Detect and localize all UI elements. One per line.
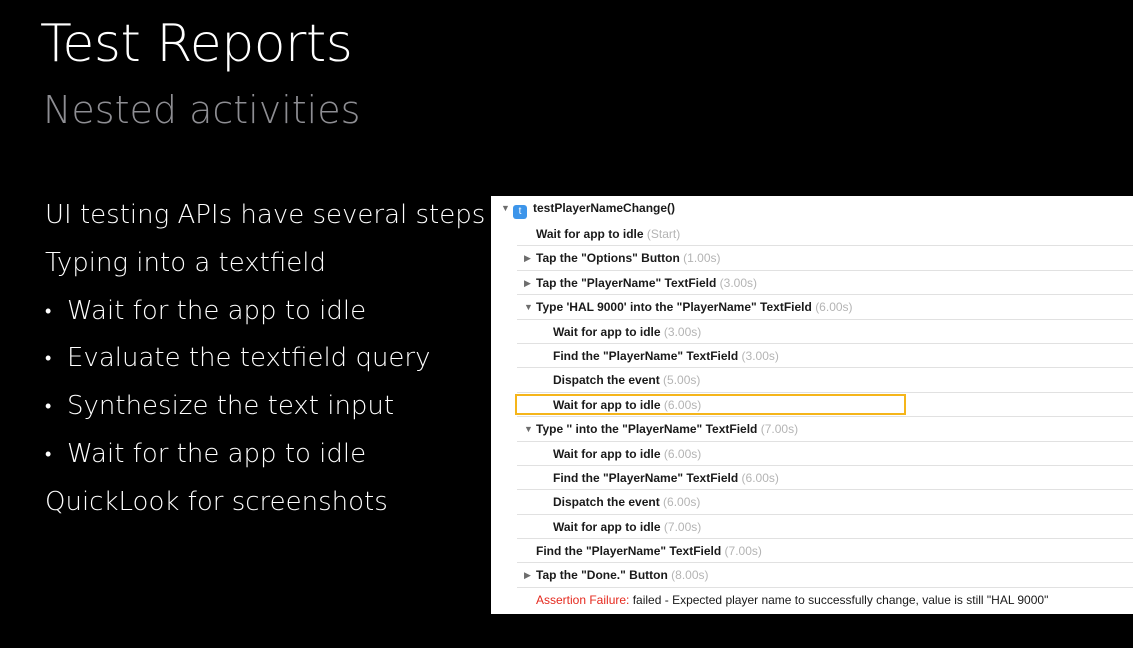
bullet-item: • Synthesize the text input	[45, 383, 475, 431]
bullet-text: Wait for the app to idle	[67, 295, 367, 326]
disclosure-expanded-icon[interactable]: ▼	[524, 295, 536, 319]
activity-row[interactable]: Dispatch the event (6.00s)	[491, 490, 1133, 516]
bullet-item: QuickLook for screenshots	[45, 479, 475, 527]
activity-label: Wait for app to idle	[553, 519, 661, 534]
test-case-icon: t	[513, 205, 527, 219]
test-name: testPlayerNameChange()	[533, 201, 676, 215]
disclosure-collapsed-icon[interactable]: ▶	[524, 563, 536, 587]
slide-subtitle: Nested activities	[43, 88, 361, 132]
test-report-root-row[interactable]: ▼ t testPlayerNameChange()	[491, 196, 1133, 222]
activity-row[interactable]: ▶ Tap the "Options" Button (1.00s)	[491, 246, 1133, 272]
activity-label: Find the "PlayerName" TextField	[553, 470, 739, 485]
activity-row[interactable]: Wait for app to idle (7.00s)	[491, 515, 1133, 540]
activity-label: Dispatch the event	[553, 373, 660, 388]
failure-label: Assertion Failure:	[536, 592, 630, 607]
bullet-item: • Evaluate the textfield query	[45, 335, 475, 383]
activity-duration: (5.00s)	[663, 373, 701, 388]
activity-row[interactable]: ▶ Tap the "Done." Button (8.00s)	[491, 563, 1133, 589]
bullet-dot-icon: •	[45, 396, 52, 418]
activity-row[interactable]: Wait for app to idle (Start)	[491, 222, 1133, 247]
bullet-text: QuickLook for screenshots	[45, 486, 388, 517]
activity-label: Tap the "Options" Button	[536, 251, 680, 266]
activity-duration: (7.00s)	[724, 544, 762, 559]
activity-duration: (6.00s)	[663, 397, 702, 412]
activity-row[interactable]: ▶ Tap the "PlayerName" TextField (3.00s)	[491, 271, 1133, 296]
disclosure-expanded-icon[interactable]: ▼	[524, 417, 536, 441]
activity-duration: (6.00s)	[741, 470, 779, 485]
activity-duration: (7.00s)	[760, 422, 799, 437]
slide-title: Test Reports	[40, 14, 353, 74]
failure-message: failed - Expected player name to success…	[632, 592, 1049, 607]
activity-duration: (Start)	[646, 227, 681, 241]
activity-duration: (3.00s)	[741, 348, 779, 363]
bullet-list: UI testing APIs have several steps Typing…	[45, 192, 485, 527]
activity-duration: (1.00s)	[683, 251, 721, 266]
activity-label: Find the "PlayerName" TextField	[536, 544, 722, 559]
bullet-item: • Wait for the app to idle	[45, 431, 475, 479]
activity-label: Type '' into the "PlayerName" TextField	[536, 422, 758, 437]
bullet-text: Evaluate the textfield query	[67, 343, 431, 374]
activity-label: Wait for app to idle	[553, 397, 661, 412]
activity-row[interactable]: Wait for app to idle (6.00s)	[491, 393, 1133, 418]
activity-row[interactable]: ▼ Type '' into the "PlayerName" TextField…	[491, 417, 1133, 442]
activity-duration: (3.00s)	[663, 324, 702, 339]
activity-label: Tap the "PlayerName" TextField	[536, 275, 717, 290]
activity-label: Find the "PlayerName" TextField	[553, 348, 739, 363]
assertion-failure-row[interactable]: Assertion Failure: failed - Expected pla…	[491, 588, 1133, 612]
activity-label: Wait for app to idle	[536, 227, 644, 241]
activity-row[interactable]: Find the "PlayerName" TextField (7.00s)	[491, 539, 1133, 564]
activity-row[interactable]: Dispatch the event (5.00s)	[491, 368, 1133, 394]
activity-duration: (6.00s)	[663, 495, 701, 510]
activity-label: Wait for app to idle	[553, 446, 661, 461]
activity-label: Tap the "Done." Button	[536, 568, 668, 583]
activity-row[interactable]: Find the "PlayerName" TextField (3.00s)	[491, 344, 1133, 369]
activity-duration: (8.00s)	[671, 568, 709, 583]
disclosure-collapsed-icon[interactable]: ▶	[524, 271, 536, 295]
bullet-dot-icon: •	[45, 300, 52, 322]
activity-label: Wait for app to idle	[553, 324, 661, 339]
activity-duration: (6.00s)	[663, 446, 702, 461]
bullet-dot-icon: •	[45, 348, 52, 370]
bullet-text: Typing into a textfield	[45, 247, 326, 278]
bullet-text: Synthesize the text input	[67, 391, 395, 422]
activity-duration: (3.00s)	[719, 275, 758, 290]
bullet-text: Wait for the app to idle	[67, 438, 367, 469]
disclosure-collapsed-icon[interactable]: ▶	[524, 246, 536, 270]
bullet-item: Typing into a textfield	[45, 240, 475, 288]
activity-label: Dispatch the event	[553, 495, 660, 510]
activity-row[interactable]: Wait for app to idle (6.00s)	[491, 442, 1133, 467]
test-report-panel: ▼ t testPlayerNameChange() Wait for app to…	[491, 196, 1133, 614]
activity-row[interactable]: ▼ Type 'HAL 9000' into the "PlayerName" T…	[491, 295, 1133, 320]
bullet-item: • Wait for the app to idle	[45, 288, 475, 336]
activity-duration: (6.00s)	[815, 300, 853, 315]
activity-list: Wait for app to idle (Start) ▶ Tap the "Op…	[491, 222, 1133, 612]
activity-duration: (7.00s)	[663, 519, 702, 534]
bullet-text: UI testing APIs have several steps	[45, 200, 486, 230]
bullet-dot-icon: •	[45, 443, 52, 465]
activity-row[interactable]: Find the "PlayerName" TextField (6.00s)	[491, 466, 1133, 491]
disclosure-triangle-icon[interactable]: ▼	[501, 196, 513, 220]
activity-row[interactable]: Wait for app to idle (3.00s)	[491, 320, 1133, 345]
bullet-item: UI testing APIs have several steps	[45, 192, 485, 240]
activity-label: Type 'HAL 9000' into the "PlayerName" Te…	[536, 300, 812, 315]
